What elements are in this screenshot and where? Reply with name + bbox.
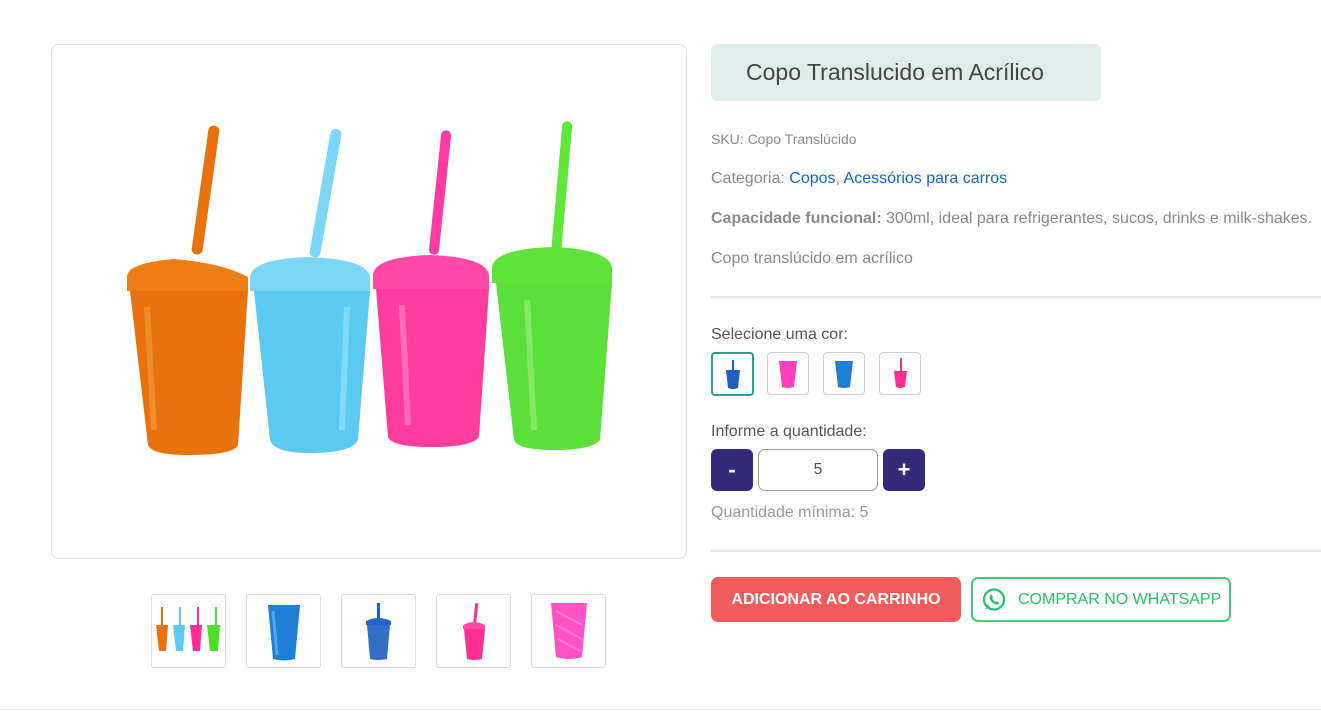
category-link-acessorios[interactable]: Acessórios para carros	[844, 170, 1008, 187]
main-product-image[interactable]	[51, 44, 687, 559]
sku-text: SKU: Copo Translúcido	[711, 131, 857, 147]
thumbnail-pink-cup[interactable]	[531, 594, 606, 668]
thumbnail-four-cups[interactable]	[151, 594, 226, 668]
product-description: Copo translúcido em acrílico	[711, 250, 913, 267]
thumbnail-blue-cup[interactable]	[246, 594, 321, 668]
orange-cup	[127, 125, 248, 455]
whatsapp-icon	[982, 588, 1006, 611]
color-swatch-dark-blue[interactable]	[711, 352, 754, 396]
whatsapp-button-label: COMPRAR NO WHATSAPP	[1018, 591, 1222, 608]
color-swatch-pink-straw[interactable]	[879, 352, 921, 395]
product-title: Copo Translucido em Acrílico	[746, 59, 1044, 85]
pink-cup	[373, 130, 489, 447]
thumbnail-pink-cup-straw[interactable]	[436, 594, 511, 668]
capacity-line: Capacidade funcional: 300ml, ideal para …	[711, 210, 1312, 228]
color-select-label: Selecione uma cor:	[711, 326, 848, 343]
quantity-decrease-button[interactable]: -	[711, 449, 753, 491]
color-swatch-pink[interactable]	[767, 352, 809, 395]
light-blue-cup	[250, 128, 370, 453]
divider	[711, 550, 1321, 552]
minimum-quantity-text: Quantidade mínima: 5	[711, 504, 869, 521]
capacity-text: 300ml, ideal para refrigerantes, sucos, …	[881, 210, 1313, 227]
page-bottom-border	[0, 709, 1321, 710]
category-line: Categoria: Copos, Acessórios para carros	[711, 170, 1007, 188]
thumbnail-dark-blue-cup-straw[interactable]	[341, 594, 416, 668]
green-cup	[492, 121, 612, 450]
buy-on-whatsapp-button[interactable]: COMPRAR NO WHATSAPP	[971, 577, 1231, 622]
capacity-label: Capacidade funcional:	[711, 210, 882, 227]
category-label: Categoria:	[711, 170, 790, 187]
category-link-copos[interactable]: Copos	[789, 170, 835, 187]
divider	[711, 296, 1321, 298]
cups-illustration	[127, 121, 612, 455]
quantity-label: Informe a quantidade:	[711, 423, 867, 440]
quantity-input[interactable]	[758, 449, 878, 491]
category-separator: ,	[835, 170, 844, 187]
color-swatch-blue[interactable]	[823, 352, 865, 395]
product-title-box: Copo Translucido em Acrílico	[711, 44, 1101, 101]
add-to-cart-button[interactable]: ADICIONAR AO CARRINHO	[711, 577, 961, 622]
quantity-increase-button[interactable]: +	[883, 449, 925, 491]
